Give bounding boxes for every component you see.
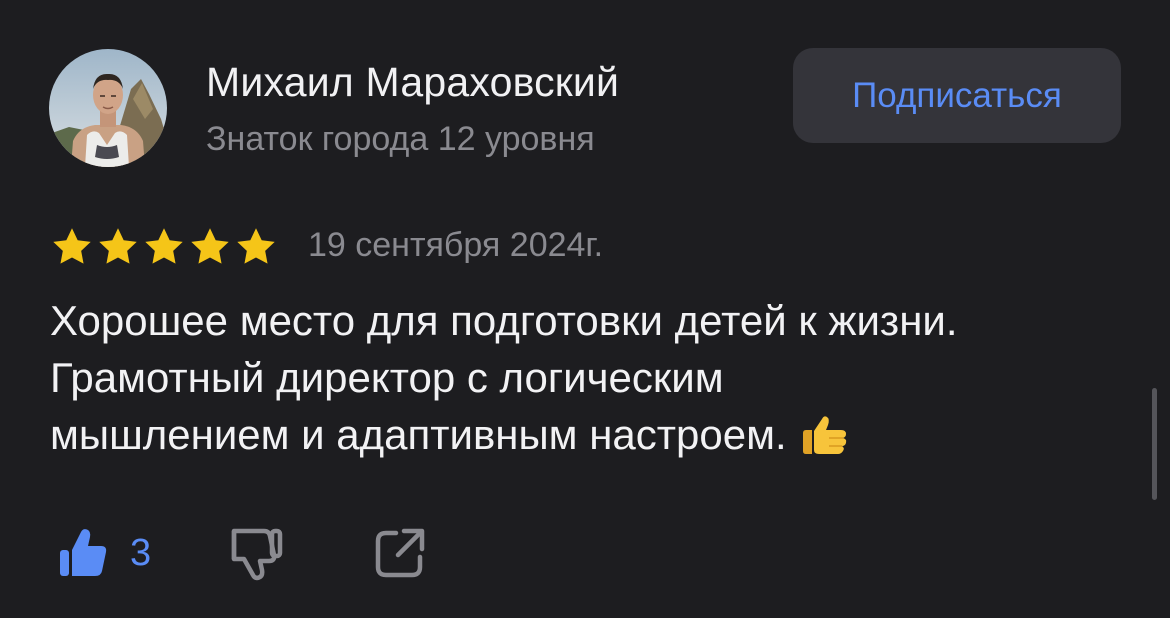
share-button[interactable] bbox=[370, 523, 430, 583]
thumbs-up-emoji-icon bbox=[802, 416, 846, 454]
thumbs-down-icon bbox=[231, 528, 283, 581]
thumbs-up-icon bbox=[60, 529, 107, 576]
review-text-line: Хорошее место для подготовки детей к жиз… bbox=[50, 297, 958, 344]
review-text: Хорошее место для подготовки детей к жиз… bbox=[50, 292, 1130, 463]
like-button[interactable]: 3 bbox=[56, 523, 151, 583]
avatar-photo bbox=[49, 49, 167, 167]
like-count: 3 bbox=[130, 532, 152, 574]
review-text-line: мышлением и адаптивным настроем. bbox=[50, 406, 1130, 463]
subscribe-button[interactable]: Подписаться bbox=[793, 48, 1121, 143]
avatar[interactable] bbox=[49, 49, 167, 167]
review-card: Михаил Мараховский Знаток города 12 уров… bbox=[0, 0, 1170, 618]
star-icon bbox=[145, 228, 183, 264]
star-icon bbox=[191, 228, 229, 264]
star-icon bbox=[99, 228, 137, 264]
review-text-line: Грамотный директор с логическим bbox=[50, 354, 724, 401]
author-level: Знаток города 12 уровня bbox=[206, 120, 595, 158]
star-icon bbox=[237, 228, 275, 264]
star-icon bbox=[53, 228, 91, 264]
scrollbar[interactable] bbox=[1152, 388, 1157, 500]
star-rating bbox=[50, 225, 280, 269]
share-icon bbox=[375, 528, 425, 578]
dislike-button[interactable] bbox=[226, 523, 286, 583]
author-name[interactable]: Михаил Мараховский bbox=[206, 58, 619, 106]
review-text-line-content: мышлением и адаптивным настроем. bbox=[50, 411, 787, 458]
review-date: 19 сентября 2024г. bbox=[308, 226, 604, 264]
